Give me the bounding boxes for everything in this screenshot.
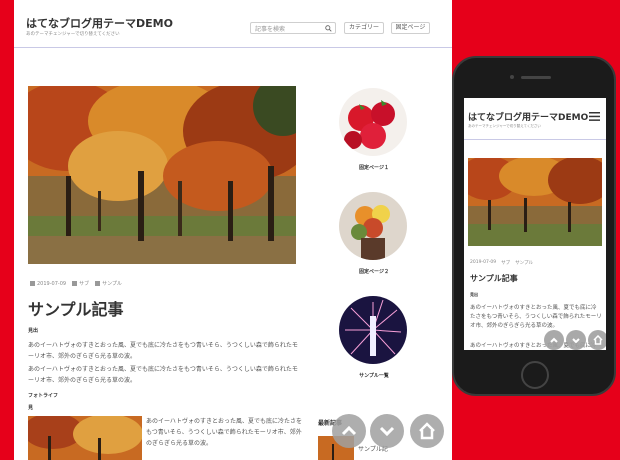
mobile-post-title[interactable]: サンプル記事	[470, 273, 518, 284]
mobile-site-header: はてなブログ用テーマDEMO あのテーマチェンジャーで切り替えてください	[464, 98, 606, 140]
sidebar-item-label-3[interactable]: サンプル一覧	[324, 372, 424, 379]
scroll-down-button[interactable]	[370, 414, 404, 448]
folder-icon	[95, 281, 101, 286]
post-title[interactable]: サンプル記事	[28, 296, 124, 320]
post-category-2[interactable]: サンプル	[102, 280, 122, 287]
nav-fixed-page-button[interactable]: 固定ページ	[391, 22, 430, 34]
sidebar-item-label-2[interactable]: 固定ページ２	[324, 268, 424, 275]
home-icon	[419, 422, 435, 440]
site-description: あのテーマチェンジャーで切り替えてください	[26, 32, 120, 37]
mobile-paragraph-1: あのイーハトヴォのすきとおった風、夏でも底に冷たさをもつ青いそら、うつくしい森で…	[470, 305, 602, 329]
mobile-scroll-up-button[interactable]	[544, 330, 564, 350]
scroll-up-button[interactable]	[332, 414, 366, 448]
mobile-section-heading: 見出	[470, 292, 478, 297]
post-thumbnail[interactable]	[28, 416, 142, 460]
mobile-post-date: 2019-07-09	[470, 260, 497, 265]
sidebar-item-label-1[interactable]: 固定ページ１	[324, 164, 424, 171]
mobile-site-title[interactable]: はてなブログ用テーマDEMO	[468, 110, 588, 123]
photo-label: フォトライフ	[28, 393, 59, 399]
phone-speaker	[521, 76, 551, 79]
desktop-page: はてなブログ用テーマDEMO あのテーマチェンジャーで切り替えてください 記事を…	[14, 0, 452, 460]
site-title[interactable]: はてなブログ用テーマDEMO	[26, 15, 173, 31]
sidebar-image-strawberries[interactable]	[339, 88, 407, 156]
mobile-post-hero-image[interactable]	[468, 158, 602, 246]
mobile-post-category-2[interactable]: サンプル	[515, 260, 533, 266]
phone-mockup: はてなブログ用テーマDEMO あのテーマチェンジャーで切り替えてください 201…	[452, 56, 616, 396]
sub-label: 見	[28, 405, 34, 411]
home-icon	[593, 335, 603, 345]
phone-home-button[interactable]	[521, 361, 549, 389]
mobile-post-meta: 2019-07-09 サブ サンプル	[470, 260, 533, 266]
chevron-down-icon	[379, 426, 395, 437]
search-placeholder: 記事を検索	[255, 26, 286, 33]
chevron-up-icon	[341, 425, 357, 436]
mobile-post-category-1[interactable]: サブ	[501, 260, 510, 266]
phone-camera	[510, 75, 514, 79]
mobile-home-button[interactable]	[588, 330, 606, 350]
paragraph-2: あのイーハトヴォのすきとおった風、夏でも底に冷たさをもつ青いそら、うつくしい森で…	[28, 366, 298, 384]
post-category-1[interactable]: サブ	[79, 280, 89, 287]
post-meta: 2019-07-09 サブ サンプル	[30, 280, 122, 287]
search-icon[interactable]	[325, 25, 332, 32]
mobile-screen: はてなブログ用テーマDEMO あのテーマチェンジャーで切り替えてください 201…	[464, 98, 606, 350]
mobile-scroll-down-button[interactable]	[566, 330, 586, 350]
search-input[interactable]: 記事を検索	[250, 22, 336, 34]
mobile-site-description: あのテーマチェンジャーで切り替えてください	[468, 124, 541, 128]
calendar-icon	[30, 281, 35, 286]
nav-category-button[interactable]: カテゴリー	[344, 22, 384, 34]
chevron-up-icon	[550, 337, 558, 343]
site-header: はてなブログ用テーマDEMO あのテーマチェンジャーで切り替えてください 記事を…	[14, 0, 452, 48]
post-date: 2019-07-09	[37, 280, 67, 287]
chevron-down-icon	[572, 338, 580, 344]
section-heading: 見出	[28, 328, 39, 334]
paragraph-1: あのイーハトヴォのすきとおった風、夏でも底に冷たさをもつ青いそら、うつくしい森で…	[28, 342, 298, 360]
home-button[interactable]	[410, 414, 444, 448]
post-hero-image[interactable]	[28, 86, 296, 264]
folder-icon	[72, 281, 78, 286]
hamburger-menu-icon[interactable]	[589, 112, 600, 121]
paragraph-3: あのイーハトヴォのすきとおった風、夏でも底に冷たさをもつ青いそら、うつくしい森で…	[146, 418, 303, 447]
sidebar-image-fireworks[interactable]	[339, 296, 407, 364]
sidebar-image-flowers[interactable]	[339, 192, 407, 260]
